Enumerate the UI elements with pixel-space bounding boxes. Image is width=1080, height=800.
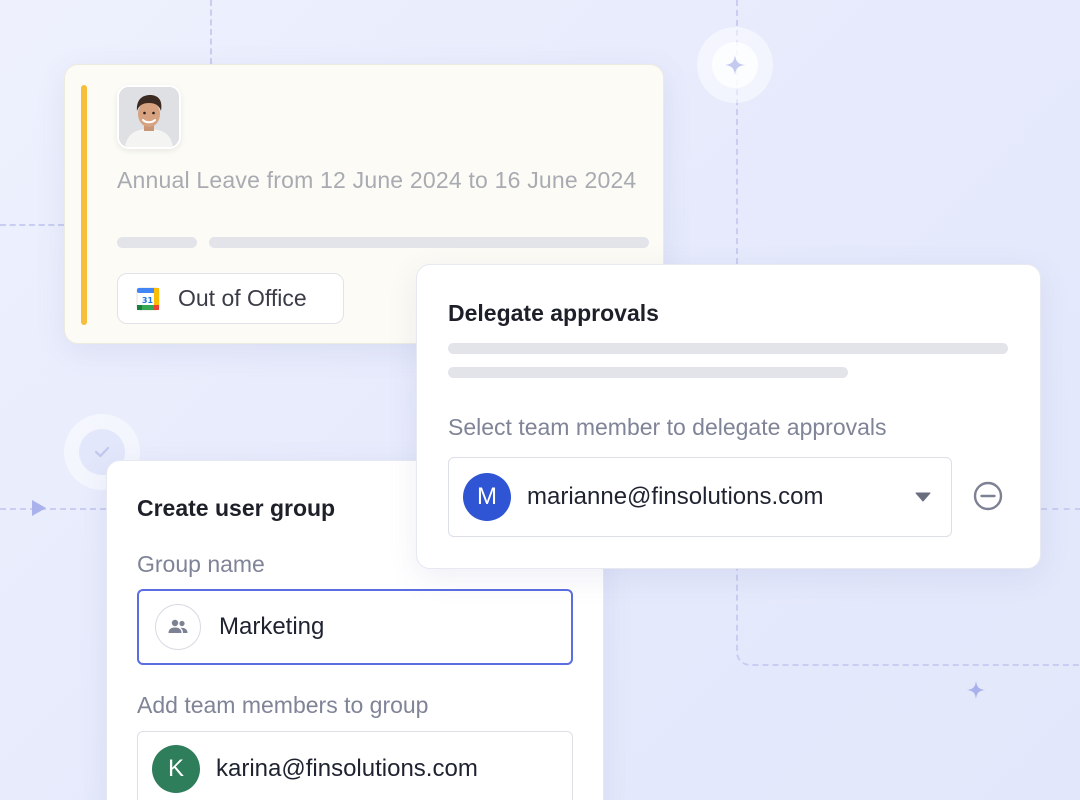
skeleton-line bbox=[117, 237, 197, 248]
member-input[interactable]: K karina@finsolutions.com bbox=[137, 731, 573, 800]
illustration-canvas: Annual Leave from 12 June 2024 to 16 Jun… bbox=[0, 0, 1080, 800]
avatar bbox=[117, 85, 181, 149]
svg-text:31: 31 bbox=[142, 296, 154, 305]
guide-line bbox=[210, 0, 212, 64]
sparkle-icon bbox=[966, 680, 986, 700]
minus-circle-icon bbox=[973, 481, 1003, 511]
guide-line bbox=[0, 224, 64, 226]
google-calendar-icon: 31 bbox=[136, 287, 160, 310]
member-avatar: K bbox=[152, 745, 200, 793]
select-member-label: Select team member to delegate approvals bbox=[448, 414, 887, 440]
arrow-marker-icon bbox=[32, 500, 46, 516]
member-avatar: M bbox=[463, 473, 511, 521]
group-name-input[interactable]: Marketing bbox=[137, 589, 573, 665]
selected-member-email: marianne@finsolutions.com bbox=[527, 483, 824, 510]
card-title: Create user group bbox=[137, 495, 336, 521]
skeleton-line bbox=[448, 343, 1008, 354]
group-icon-badge bbox=[155, 604, 201, 650]
delegate-approvals-card: Delegate approvals Select team member to… bbox=[416, 264, 1041, 569]
users-icon bbox=[168, 619, 188, 633]
sparkle-badge bbox=[697, 27, 773, 103]
skeleton-line bbox=[448, 367, 848, 378]
group-name-value: Marketing bbox=[219, 613, 325, 640]
sparkle-icon bbox=[725, 55, 745, 75]
status-label: Out of Office bbox=[178, 285, 307, 311]
member-email: karina@finsolutions.com bbox=[216, 755, 478, 782]
skeleton-line bbox=[209, 237, 649, 248]
remove-delegate-button[interactable] bbox=[970, 478, 1006, 514]
leave-description: Annual Leave from 12 June 2024 to 16 Jun… bbox=[117, 167, 637, 193]
card-title: Delegate approvals bbox=[448, 300, 659, 326]
caret-down-icon[interactable] bbox=[915, 492, 931, 502]
out-of-office-badge[interactable]: 31 Out of Office bbox=[117, 273, 344, 324]
group-name-label: Group name bbox=[137, 551, 265, 577]
delegate-member-select[interactable]: M marianne@finsolutions.com bbox=[448, 457, 952, 537]
check-icon bbox=[94, 446, 110, 458]
status-accent-bar bbox=[81, 85, 87, 325]
guide-line bbox=[0, 508, 106, 510]
user-photo-icon bbox=[119, 87, 179, 147]
members-label: Add team members to group bbox=[137, 692, 429, 718]
